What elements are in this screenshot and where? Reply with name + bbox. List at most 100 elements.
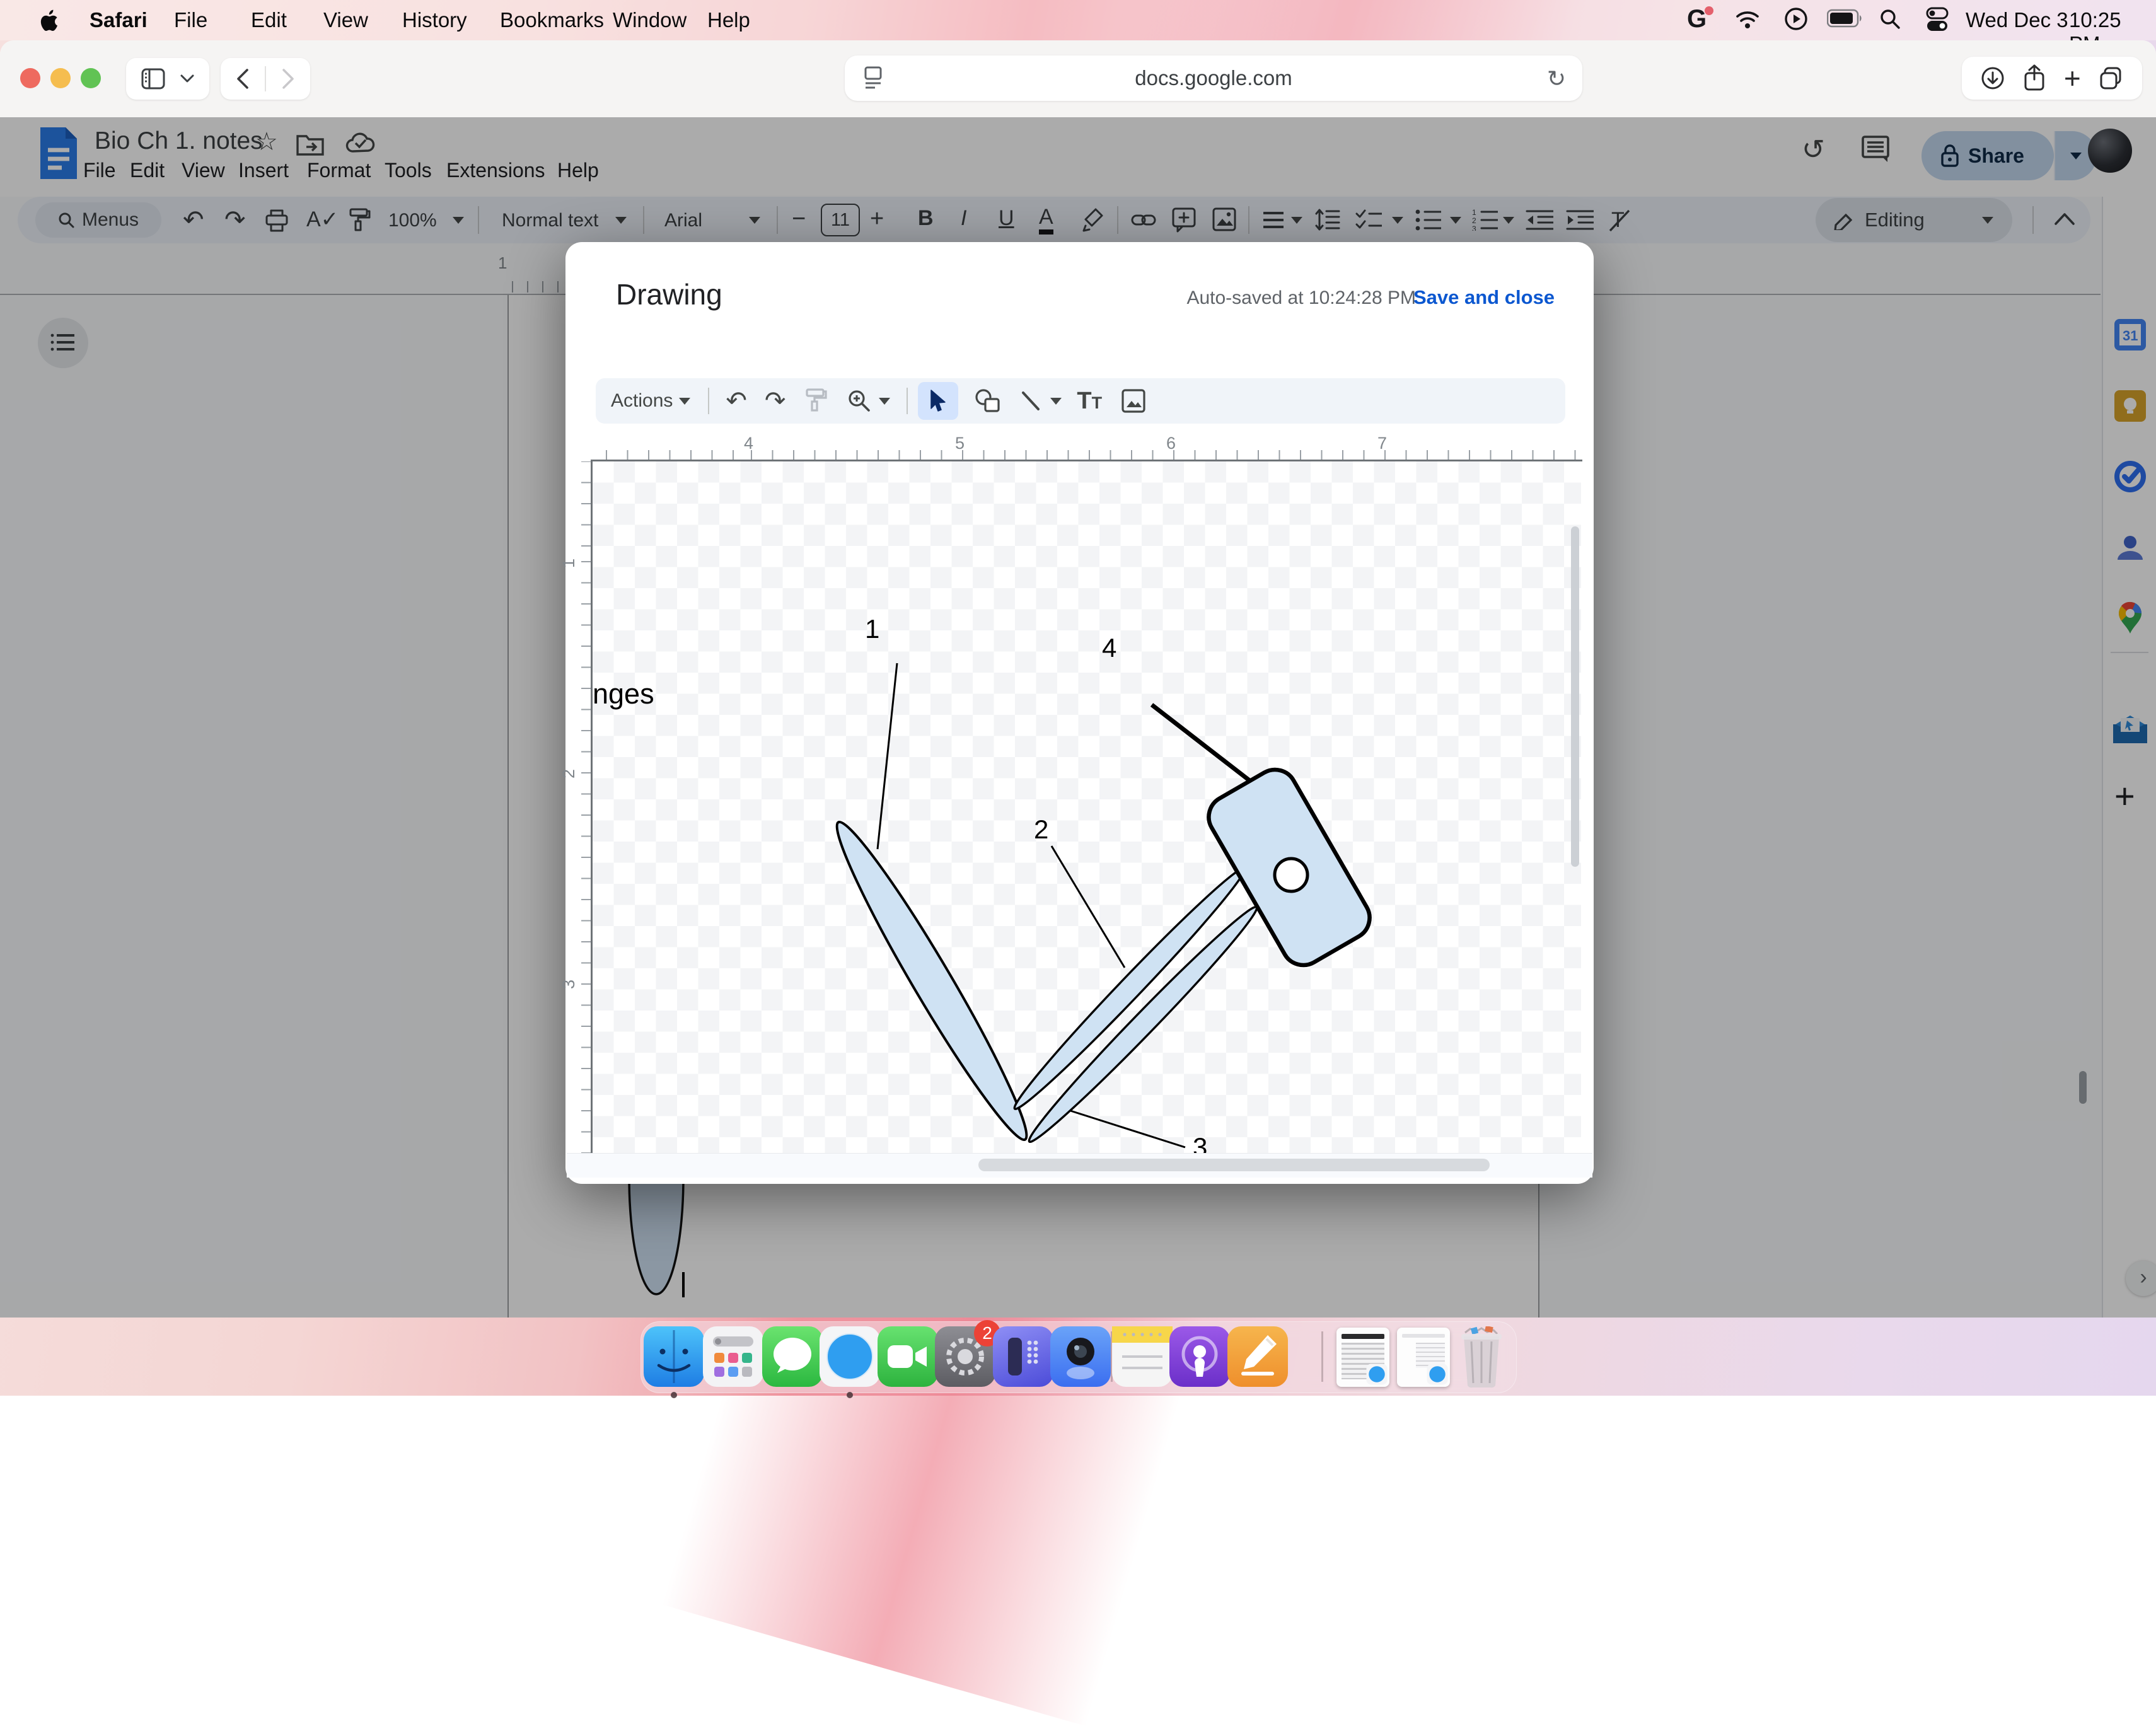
sidebar-icon: [141, 68, 165, 90]
actions-caret-icon: [679, 398, 690, 405]
canvas-clipped-text[interactable]: nges: [593, 678, 654, 710]
insert-image-tool-icon[interactable]: [1121, 388, 1146, 414]
back-icon[interactable]: [236, 68, 250, 90]
dock-divider: [1321, 1331, 1323, 1382]
dock-pages-icon[interactable]: [1227, 1326, 1288, 1387]
v-ruler-3: 3: [559, 980, 579, 989]
forward-icon[interactable]: [281, 68, 295, 90]
downloads-icon[interactable]: [1980, 66, 2005, 91]
dock-photo-booth-icon[interactable]: [1050, 1326, 1111, 1387]
menubar-item-history[interactable]: History: [402, 8, 467, 32]
safari-running-dot: [847, 1392, 853, 1398]
tab-overview-icon[interactable]: [2099, 66, 2124, 91]
v-ruler-1: 1: [559, 559, 579, 568]
macos-menu-bar: Safari File Edit View History Bookmarks …: [0, 0, 2156, 40]
nav-divider: [265, 66, 266, 91]
drawing-toolbar-divider: [907, 388, 908, 414]
line-tool-caret-icon: [1050, 398, 1062, 405]
drawing-toolbar: Actions ↶ ↷ TT: [596, 378, 1565, 424]
large-ellipse-shape[interactable]: [822, 813, 1041, 1149]
line-tool-icon[interactable]: [1020, 390, 1041, 412]
canvas-vertical-scrollbar[interactable]: [1571, 526, 1579, 867]
menubar-app-name[interactable]: Safari: [90, 8, 148, 32]
select-tool-button-active[interactable]: [918, 382, 958, 420]
reload-icon[interactable]: ↻: [1547, 66, 1566, 92]
drawing-shapes: nges 1 2 3 4: [593, 461, 1581, 1153]
label-4[interactable]: 4: [1102, 633, 1116, 663]
label-1-leader-line[interactable]: [878, 663, 897, 849]
control-center-icon[interactable]: [1925, 7, 1949, 32]
drawing-undo-icon[interactable]: ↶: [726, 388, 747, 414]
thin-ellipse-shape-upper[interactable]: [1007, 860, 1252, 1116]
safari-badge-icon: [1426, 1363, 1449, 1386]
actions-menu-button[interactable]: Actions: [611, 390, 673, 412]
address-bar[interactable]: docs.google.com ↻: [845, 55, 1582, 101]
label-4-leader-line[interactable]: [1152, 705, 1249, 780]
menubar-item-bookmarks[interactable]: Bookmarks: [500, 8, 604, 32]
drawing-zoom-icon[interactable]: [847, 389, 871, 413]
dock-settings-icon[interactable]: 2: [935, 1326, 995, 1387]
dock-finder-icon[interactable]: [644, 1326, 704, 1387]
apple-menu-icon[interactable]: [38, 8, 61, 33]
drawing-dialog: Drawing Auto-saved at 10:24:28 PM Save a…: [565, 242, 1594, 1184]
drawing-paint-format-icon-disabled: [804, 388, 827, 414]
dock-minimized-window[interactable]: [1397, 1328, 1450, 1387]
safari-toolbar: docs.google.com ↻ +: [0, 40, 2156, 119]
wifi-icon[interactable]: [1735, 9, 1760, 29]
autosave-status: Auto-saved at 10:24:28 PM: [1186, 287, 1416, 309]
dock-trash-icon[interactable]: [1452, 1326, 1510, 1388]
menubar-date[interactable]: Wed Dec 3: [1966, 8, 2068, 32]
now-playing-icon[interactable]: [1784, 7, 1808, 31]
canvas-scroll-strip: [567, 1153, 1592, 1178]
label-1[interactable]: 1: [865, 614, 879, 644]
dock-minimized-window[interactable]: [1336, 1328, 1389, 1387]
v-ruler-2: 2: [559, 769, 579, 779]
safari-badge-icon: [1365, 1363, 1388, 1386]
text-box-tool-button[interactable]: TT: [1077, 388, 1102, 415]
thin-ellipse-shape-lower[interactable]: [1022, 900, 1265, 1149]
minimize-window-button[interactable]: [50, 68, 71, 88]
label-2-leader-line[interactable]: [1052, 846, 1125, 968]
nav-buttons: [221, 58, 310, 100]
dock-remote-icon[interactable]: [993, 1326, 1053, 1387]
dock-messages-icon[interactable]: [762, 1326, 823, 1387]
label-3[interactable]: 3: [1193, 1132, 1207, 1153]
shape-tool-icon[interactable]: [975, 388, 1001, 414]
label-3-leader-line[interactable]: [1070, 1111, 1185, 1147]
menubar-item-view[interactable]: View: [323, 8, 368, 32]
drawing-toolbar-divider: [708, 388, 709, 414]
dialog-title: Drawing: [616, 277, 722, 311]
safari-window: docs.google.com ↻ + Bio Ch 1. notes ☆ Fi…: [0, 40, 2156, 1318]
url-text: docs.google.com: [845, 55, 1582, 101]
reader-icon[interactable]: [862, 66, 884, 90]
canvas-horizontal-scrollbar[interactable]: [978, 1159, 1490, 1171]
finder-running-dot: [671, 1392, 677, 1398]
toolbar-actions: +: [1962, 57, 2142, 100]
battery-icon[interactable]: [1827, 9, 1863, 28]
new-tab-icon[interactable]: +: [2064, 66, 2081, 91]
close-window-button[interactable]: [20, 68, 40, 88]
dock-facetime-icon[interactable]: [878, 1326, 938, 1387]
select-arrow-icon: [929, 390, 948, 412]
v-ruler-ticks: [581, 461, 591, 1153]
dock-notes-icon[interactable]: [1112, 1326, 1173, 1387]
zoom-window-button[interactable]: [81, 68, 101, 88]
grammarly-status-icon[interactable]: G: [1687, 5, 1715, 33]
dock-launchpad-icon[interactable]: [703, 1326, 763, 1387]
share-icon[interactable]: [2023, 64, 2046, 92]
h-ruler-ticks: [593, 450, 1582, 460]
spotlight-search-icon[interactable]: [1879, 8, 1901, 30]
dock-podcasts-icon[interactable]: [1169, 1326, 1230, 1387]
menubar-item-edit[interactable]: Edit: [251, 8, 287, 32]
drawing-canvas[interactable]: nges 1 2 3 4: [593, 461, 1581, 1153]
circle-shape[interactable]: [1275, 859, 1307, 891]
sidebar-toggle-button[interactable]: [126, 58, 209, 100]
label-2[interactable]: 2: [1034, 814, 1048, 844]
save-and-close-button[interactable]: Save and close: [1413, 286, 1555, 309]
drawing-redo-icon[interactable]: ↷: [765, 388, 786, 414]
menubar-item-file[interactable]: File: [174, 8, 207, 32]
menubar-item-help[interactable]: Help: [707, 8, 750, 32]
chevron-down-icon: [180, 74, 194, 83]
dock-safari-icon[interactable]: [820, 1326, 880, 1387]
menubar-item-window[interactable]: Window: [613, 8, 687, 32]
